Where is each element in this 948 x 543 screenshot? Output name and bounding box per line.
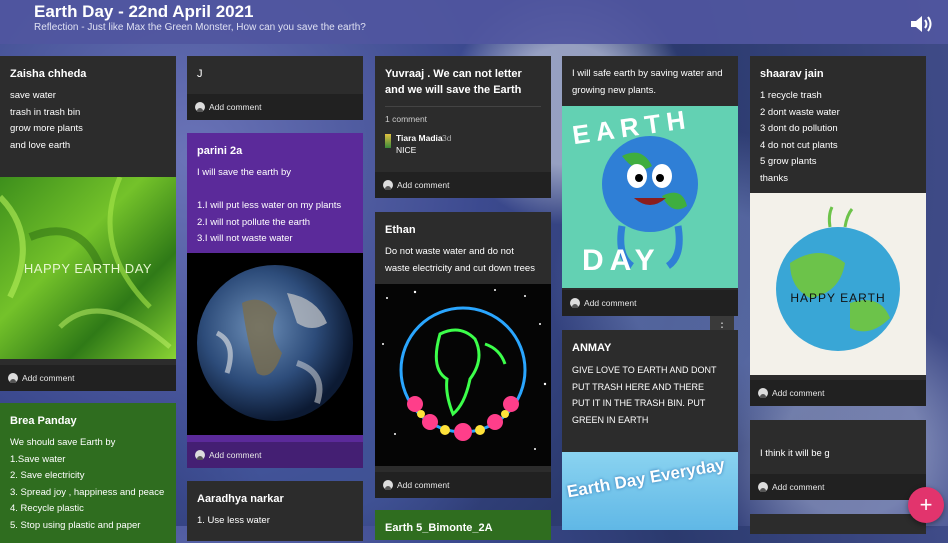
post-card-anmay[interactable]: ANMAY GIVE LOVE TO EARTH AND DONT PUT TR… bbox=[562, 330, 738, 530]
post-title: ANMAY bbox=[572, 342, 612, 354]
page-subtitle: Reflection - Just like Max the Green Mon… bbox=[34, 22, 366, 33]
add-comment-button[interactable]: Add comment bbox=[375, 472, 551, 498]
earth-globe-image bbox=[197, 265, 353, 421]
image-caption: Earth Day Everyday bbox=[565, 455, 727, 502]
avatar-icon bbox=[8, 373, 18, 383]
avatar-icon bbox=[195, 102, 205, 112]
post-title: Zaisha chheda bbox=[10, 68, 87, 80]
post-image[interactable] bbox=[187, 253, 363, 435]
add-comment-button[interactable]: Add comment bbox=[187, 442, 363, 468]
commenter-name: Tiara Madia bbox=[396, 133, 443, 143]
add-comment-button[interactable]: Add comment bbox=[0, 365, 176, 391]
post-body: GIVE LOVE TO EARTH AND DONT PUT TRASH HE… bbox=[572, 365, 717, 425]
post-body: I will safe earth by saving water and gr… bbox=[572, 68, 723, 96]
add-comment-button[interactable]: Add comment bbox=[562, 290, 738, 316]
comment-count[interactable]: 1 comment bbox=[385, 114, 427, 124]
avatar-icon bbox=[758, 388, 768, 398]
post-card-earth5[interactable]: Earth 5_Bimonte_2A bbox=[375, 510, 551, 540]
post-title: Brea Panday bbox=[10, 415, 77, 427]
avatar-icon bbox=[758, 482, 768, 492]
post-image[interactable]: HAPPY EARTH DAY bbox=[0, 177, 176, 359]
add-comment-button[interactable]: Add comment bbox=[750, 380, 926, 406]
post-card-yuvraaj[interactable]: Yuvraaj . We can not letter and we will … bbox=[375, 56, 551, 198]
happy-earth-image bbox=[776, 206, 900, 351]
avatar-icon bbox=[383, 180, 393, 190]
post-title: parini 2a bbox=[197, 145, 243, 157]
post-card-parini[interactable]: parini 2a I will save the earth by 1.I w… bbox=[187, 133, 363, 468]
add-comment-button[interactable]: Add comment bbox=[187, 94, 363, 120]
post-card-aaradhya[interactable]: Aaradhya narkar 1. Use less water bbox=[187, 481, 363, 541]
post-title: Earth 5_Bimonte_2A bbox=[385, 522, 493, 534]
comment-text: NICE bbox=[396, 145, 417, 155]
post-image[interactable]: HAPPY EARTH bbox=[750, 193, 926, 375]
post-body: Do not waste water and do not waste elec… bbox=[385, 246, 535, 274]
post-title: Aaradhya narkar bbox=[197, 493, 284, 505]
comment-time: 3d bbox=[442, 133, 452, 143]
post-body: 1. Use less water bbox=[197, 515, 270, 526]
post-body: 1 recycle trash 2 dont waste water 3 don… bbox=[760, 90, 840, 184]
post-body: I will save the earth by 1.I will put le… bbox=[197, 167, 342, 244]
post-card-ethan[interactable]: Ethan Do not waste water and do not wast… bbox=[375, 212, 551, 498]
post-title: Yuvraaj . We can not letter and we will … bbox=[385, 68, 522, 96]
image-caption: HAPPY EARTH DAY bbox=[23, 261, 153, 276]
post-card-zaisha[interactable]: Zaisha chheda save water trash in trash … bbox=[0, 56, 176, 391]
post-image[interactable]: Earth Day Everyday bbox=[562, 452, 738, 530]
neon-earth-image bbox=[382, 289, 547, 450]
post-title: Ethan bbox=[385, 224, 416, 236]
divider bbox=[385, 106, 541, 107]
add-comment-button[interactable]: Add comment bbox=[750, 474, 926, 500]
post-body: save water trash in trash bin grow more … bbox=[10, 90, 83, 151]
post-body: We should save Earth by 1.Save water 2. … bbox=[10, 437, 165, 531]
post-card-shaarav[interactable]: shaarav jain 1 recycle trash 2 dont wast… bbox=[750, 56, 926, 406]
post-body: I think it will be g bbox=[760, 448, 830, 459]
post-card-think[interactable]: I think it will be g Add comment bbox=[750, 420, 926, 500]
post-card-j[interactable]: J Add comment bbox=[187, 56, 363, 120]
post-card-brea[interactable]: Brea Panday We should save Earth by 1.Sa… bbox=[0, 403, 176, 543]
padlet-header: Earth Day - 22nd April 2021 Reflection -… bbox=[0, 0, 948, 44]
post-image[interactable]: EARTH DAY bbox=[562, 104, 738, 288]
speaker-icon[interactable] bbox=[908, 12, 936, 36]
post-image[interactable] bbox=[375, 284, 551, 466]
post-card-partial[interactable] bbox=[750, 514, 926, 534]
commenter-avatar bbox=[385, 134, 391, 148]
image-caption: HAPPY EARTH bbox=[790, 291, 886, 305]
avatar-icon bbox=[195, 450, 205, 460]
post-title: shaarav jain bbox=[760, 68, 824, 80]
add-post-button[interactable]: + bbox=[908, 487, 944, 523]
add-comment-button[interactable]: Add comment bbox=[375, 172, 551, 198]
post-card-safe-earth[interactable]: I will safe earth by saving water and gr… bbox=[562, 56, 738, 316]
post-title: J bbox=[197, 68, 203, 80]
avatar-icon bbox=[570, 298, 580, 308]
page-title: Earth Day - 22nd April 2021 bbox=[34, 2, 254, 21]
avatar-icon bbox=[383, 480, 393, 490]
image-text-bottom: DAY bbox=[582, 244, 661, 277]
